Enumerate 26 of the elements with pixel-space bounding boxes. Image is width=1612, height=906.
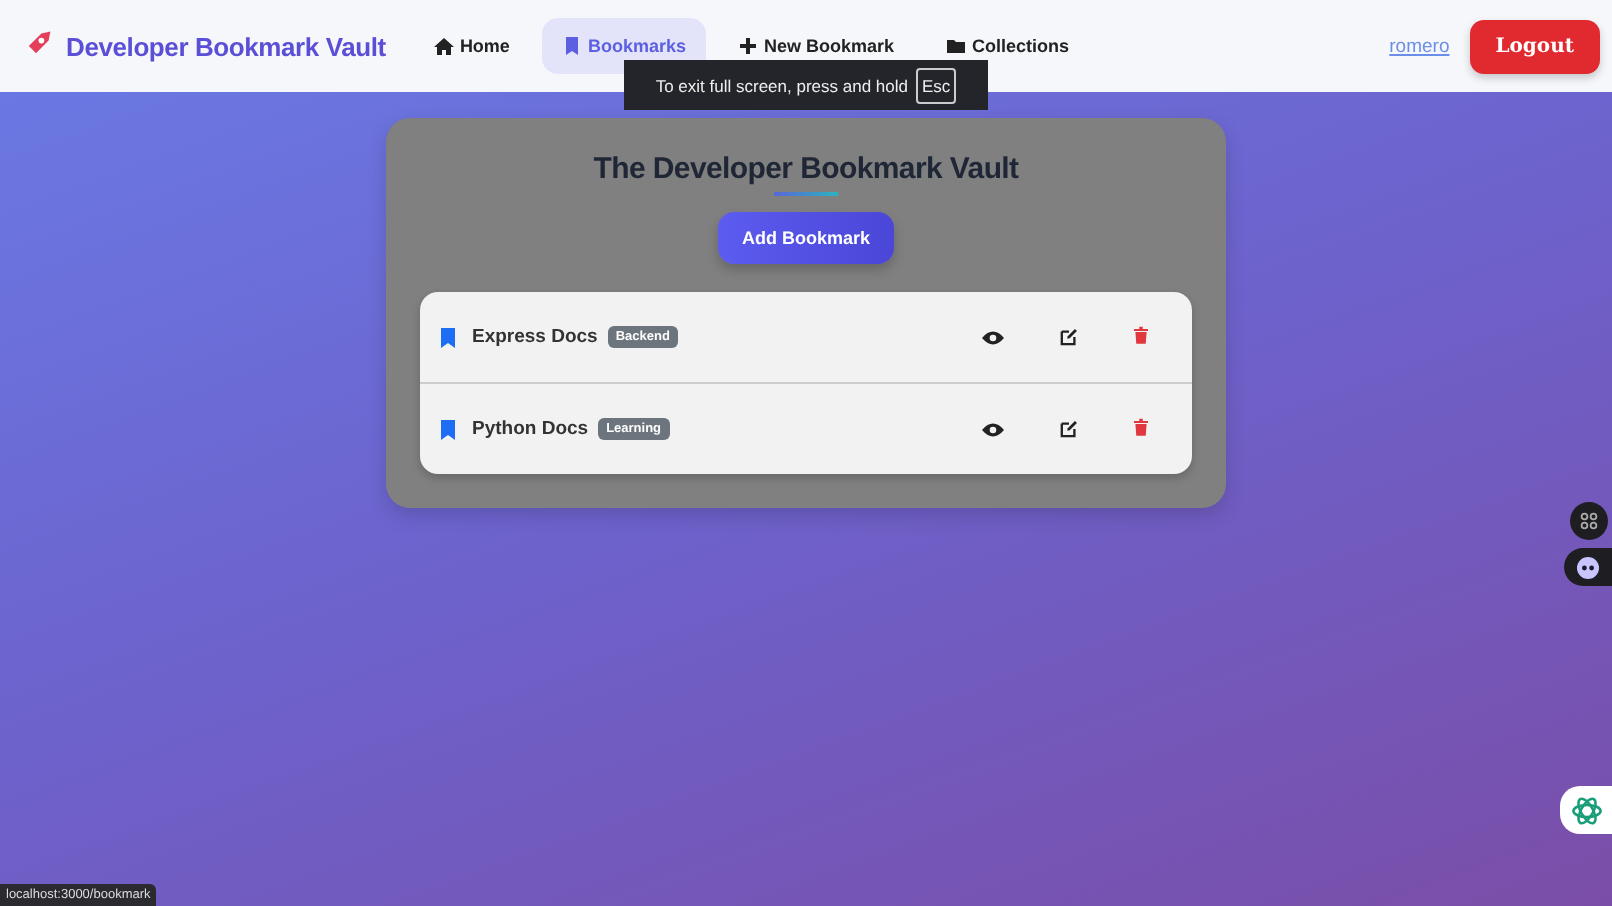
bookmark-name[interactable]: Express Docs [472,326,598,348]
trash-icon[interactable] [1134,325,1148,343]
toast-text: To exit full screen, press and hold [655,75,908,95]
plus-icon [737,36,758,56]
edit-icon[interactable] [1060,328,1078,346]
eye-icon[interactable] [982,329,1004,345]
grid-icon[interactable] [1570,502,1608,540]
eye-icon[interactable] [982,421,1004,437]
bookmark-name[interactable]: Python Docs [472,418,589,440]
bookmark-icon [561,36,582,56]
home-icon [433,36,454,56]
nav-link[interactable]: New Bookmark [717,18,915,74]
trash-icon[interactable] [1134,417,1148,435]
flower-icon[interactable] [1560,786,1612,834]
assistant-icon[interactable] [1564,548,1612,586]
edit-icon[interactable] [1060,420,1078,438]
bookmark-icon [440,327,456,347]
nav-link[interactable]: Home [413,18,530,74]
title-underline [774,192,838,196]
add-bookmark-button[interactable]: Add Bookmark [717,212,894,264]
folder-icon [946,36,967,56]
esc-key: Esc [915,67,957,103]
brand-title: Developer Bookmark Vault [66,31,386,61]
panel-title: The Developer Bookmark Vault [593,152,1019,186]
logout-button[interactable]: Logout [1469,19,1600,73]
bookmark-icon [440,419,456,439]
